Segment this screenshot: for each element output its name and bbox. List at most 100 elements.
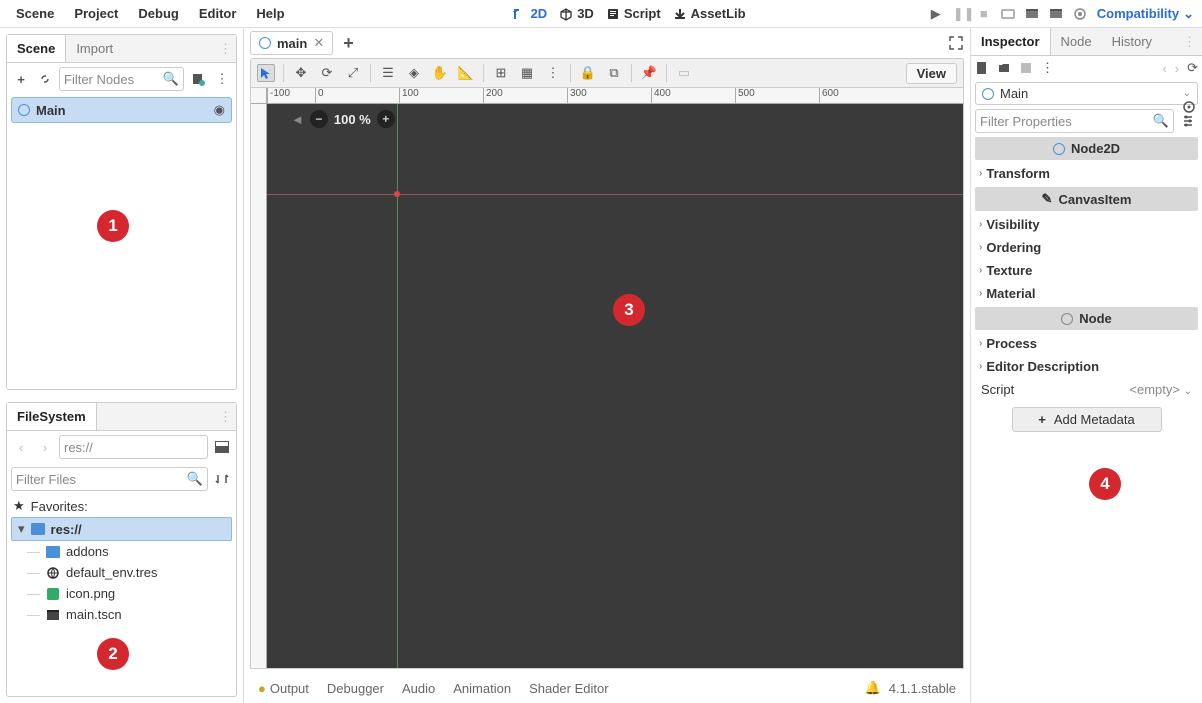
fs-root[interactable]: ▾res:// [11,517,232,541]
renderer-dropdown[interactable]: Compatibility⌄ [1097,6,1194,22]
workspace-3d[interactable]: 3D [559,6,594,21]
list-select-icon[interactable]: ☰ [379,65,397,81]
load-resource-icon[interactable] [997,61,1011,75]
snap-options-icon[interactable]: ⋮ [544,65,562,81]
filter-files-input[interactable]: Filter Files 🔍 [11,467,208,491]
link-node-icon[interactable] [35,69,55,89]
history-next-icon[interactable]: › [1175,61,1179,76]
stop-icon[interactable]: ■ [977,6,991,21]
tab-history[interactable]: History [1102,28,1162,55]
section-node[interactable]: Node [975,307,1198,330]
workspace-2d[interactable]: 2D [513,6,548,21]
move-tool-icon[interactable]: ✥ [292,65,310,81]
fs-item-main[interactable]: —main.tscn [7,604,236,625]
prop-process[interactable]: ›Process [971,332,1202,355]
workspace-script[interactable]: Script [606,6,661,21]
fs-item-addons[interactable]: —addons [7,541,236,562]
canvas-2d[interactable]: ◄ − 100 % + 3 [267,104,963,668]
history-prev-icon[interactable]: ‹ [1162,61,1166,76]
section-canvasitem[interactable]: ✎CanvasItem [975,187,1198,211]
dock-menu-icon[interactable]: ⋮ [1177,34,1202,50]
prop-editor-desc[interactable]: ›Editor Description [971,355,1202,378]
close-icon[interactable]: ✕ [313,35,324,51]
path-next-icon[interactable]: › [35,437,55,457]
play-scene-icon[interactable] [1025,7,1039,21]
dock-menu-icon[interactable]: ⋮ [213,409,236,425]
scale-tool-icon[interactable]: ⤢ [344,65,362,81]
remote-play-icon[interactable] [1001,7,1015,21]
menu-help[interactable]: Help [248,2,292,25]
manage-properties-icon[interactable] [1182,100,1196,114]
ruler-vertical [251,104,267,668]
pan-tool-icon[interactable]: ✋ [431,65,449,81]
inspected-object-dropdown[interactable]: Main ⌄ [975,82,1198,105]
distraction-free-icon[interactable] [948,35,964,51]
favorites-header[interactable]: ★Favorites: [7,495,236,517]
view-menu[interactable]: View [906,63,957,84]
select-tool-icon[interactable] [257,64,275,82]
prop-transform[interactable]: ›Transform [971,162,1202,185]
path-box[interactable]: res:// [59,435,208,459]
pivot-tool-icon[interactable]: ◈ [405,65,423,81]
bp-shader[interactable]: Shader Editor [529,681,609,696]
add-metadata-button[interactable]: +Add Metadata [1012,407,1162,432]
prop-visibility[interactable]: ›Visibility [971,213,1202,236]
open-doc-icon[interactable] [975,61,989,75]
split-mode-icon[interactable] [212,437,232,457]
zoom-out-icon[interactable]: − [310,110,328,128]
pause-icon[interactable]: ❚❚ [953,6,967,22]
extra-options-icon[interactable]: ⋮ [1041,60,1054,76]
menu-project[interactable]: Project [66,2,126,25]
tab-node[interactable]: Node [1051,28,1102,55]
snap-toggle-icon[interactable]: ⊞ [492,65,510,81]
scene-root-node[interactable]: Main ◉ [11,97,232,123]
play-custom-scene-icon[interactable] [1049,7,1063,21]
group-icon[interactable]: ⧉ [605,65,623,81]
add-node-icon[interactable]: + [11,69,31,89]
tab-scene[interactable]: Scene [7,35,66,62]
filter-nodes-input[interactable]: Filter Nodes 🔍 [59,67,184,91]
filter-settings-icon[interactable] [1178,111,1198,131]
tab-inspector[interactable]: Inspector [971,28,1051,55]
workspace-assetlib[interactable]: AssetLib [673,6,746,21]
visibility-toggle-icon[interactable]: ◉ [214,102,225,118]
save-resource-icon[interactable] [1019,61,1033,75]
bp-output[interactable]: Output [270,681,309,696]
zoom-level[interactable]: 100 % [334,112,371,127]
refresh-icon[interactable]: ⟳ [1187,60,1198,76]
movie-mode-icon[interactable] [1073,7,1087,21]
viewport[interactable]: -100 0 100 200 300 400 500 600 ◄ − 100 %… [250,88,964,669]
bone-icon[interactable]: 📌 [640,65,658,81]
sort-icon[interactable] [212,469,232,489]
play-icon[interactable]: ▶ [929,6,943,22]
dock-menu-icon[interactable]: ⋮ [213,41,236,57]
menu-editor[interactable]: Editor [191,2,245,25]
scene-dock-more-icon[interactable]: ⋮ [212,69,232,89]
section-node2d[interactable]: Node2D [975,137,1198,160]
tab-import[interactable]: Import [66,35,123,62]
menu-scene[interactable]: Scene [8,2,62,25]
lock-icon[interactable]: 🔒 [579,65,597,81]
notification-bell-icon[interactable]: 🔔 [865,680,881,696]
tab-filesystem[interactable]: FileSystem [7,403,97,430]
override-camera-icon[interactable]: ▭ [675,65,693,81]
new-scene-tab-icon[interactable]: + [343,33,354,54]
ruler-tool-icon[interactable]: 📐 [457,65,475,81]
bp-audio[interactable]: Audio [402,681,435,696]
grid-snap-icon[interactable]: ▦ [518,65,536,81]
zoom-in-icon[interactable]: + [377,110,395,128]
prop-texture[interactable]: ›Texture [971,259,1202,282]
script-value-dropdown[interactable]: <empty> ⌄ [1129,382,1192,397]
path-prev-icon[interactable]: ‹ [11,437,31,457]
fs-item-icon[interactable]: —icon.png [7,583,236,604]
attach-script-icon[interactable] [188,69,208,89]
bp-animation[interactable]: Animation [453,681,511,696]
menu-debug[interactable]: Debug [130,2,186,25]
rotate-tool-icon[interactable]: ⟳ [318,65,336,81]
prop-material[interactable]: ›Material [971,282,1202,305]
bp-debugger[interactable]: Debugger [327,681,384,696]
filter-properties-input[interactable]: Filter Properties 🔍 [975,109,1174,133]
scene-tab-main[interactable]: main ✕ [250,31,333,55]
prop-ordering[interactable]: ›Ordering [971,236,1202,259]
fs-item-env[interactable]: —default_env.tres [7,562,236,583]
